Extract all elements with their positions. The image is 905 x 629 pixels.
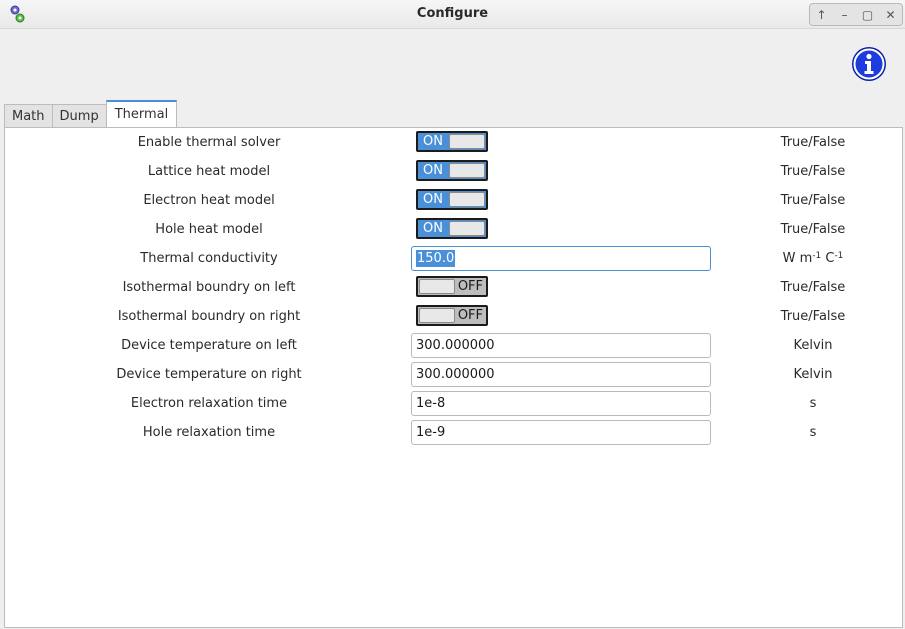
setting-row: Lattice heat model ON True/False [5, 159, 902, 185]
setting-row: Hole heat model ON True/False [5, 217, 902, 243]
toggle-switch[interactable]: OFF [416, 305, 488, 326]
unit-base: W m [782, 251, 813, 266]
toggle-switch[interactable]: ON [416, 218, 488, 239]
setting-row: Isothermal boundry on left OFF True/False [5, 275, 902, 301]
minimize-icon[interactable]: – [836, 6, 854, 24]
toggle-switch[interactable]: ON [416, 189, 488, 210]
value-input[interactable]: 300.000000 [411, 362, 711, 387]
setting-label: Enable thermal solver [137, 135, 281, 150]
tab-thermal[interactable]: Thermal [105, 100, 178, 127]
unit-label: True/False [780, 309, 846, 324]
unit-base: C [821, 251, 835, 266]
setting-label: Device temperature on right [116, 367, 302, 382]
toggle-switch[interactable]: ON [416, 160, 488, 181]
switch-state-label: ON [423, 134, 443, 149]
title-bar: Configure ↑ – ▢ ✕ [0, 0, 905, 29]
unit-label: True/False [780, 222, 846, 237]
input-value: 1e-8 [416, 396, 446, 411]
keep-above-icon[interactable]: ↑ [813, 6, 831, 24]
input-value: 1e-9 [416, 425, 446, 440]
input-value: 150.0 [416, 250, 456, 267]
close-icon[interactable]: ✕ [882, 6, 900, 24]
switch-knob [449, 163, 485, 178]
unit-label: W m-1 C-1 [765, 246, 861, 272]
unit-label: True/False [780, 193, 846, 208]
setting-label: Device temperature on left [121, 338, 297, 353]
value-input[interactable]: 300.000000 [411, 333, 711, 358]
unit-label: True/False [780, 164, 846, 179]
unit-label: s [809, 425, 817, 440]
switch-knob [419, 308, 455, 323]
unit-label: s [809, 396, 817, 411]
window-controls: ↑ – ▢ ✕ [809, 3, 903, 26]
setting-label: Lattice heat model [147, 164, 271, 179]
info-icon[interactable] [851, 46, 887, 82]
unit-label: True/False [780, 280, 846, 295]
setting-label: Electron heat model [143, 193, 275, 208]
unit-label: Kelvin [793, 367, 833, 382]
toggle-switch[interactable]: ON [416, 131, 488, 152]
setting-row: Electron heat model ON True/False [5, 188, 902, 214]
toggle-switch[interactable]: OFF [416, 276, 488, 297]
setting-row: Hole relaxation time 1e-9 s [5, 420, 902, 446]
setting-label: Thermal conductivity [140, 251, 278, 266]
input-value: 300.000000 [416, 367, 495, 382]
tab-dump[interactable]: Dump [51, 104, 107, 127]
switch-knob [449, 192, 485, 207]
setting-label: Hole relaxation time [142, 425, 276, 440]
setting-row: Thermal conductivity 150.0 W m-1 C-1 [5, 246, 902, 272]
setting-row: Electron relaxation time 1e-8 s [5, 391, 902, 417]
setting-label: Isothermal boundry on left [122, 280, 296, 295]
setting-row: Isothermal boundry on right OFF True/False [5, 304, 902, 330]
unit-exponent: -1 [834, 251, 844, 261]
setting-row: Device temperature on right 300.000000 Kel… [5, 362, 902, 388]
switch-state-label: OFF [457, 279, 483, 294]
input-value: 300.000000 [416, 338, 495, 353]
switch-knob [449, 134, 485, 149]
maximize-icon[interactable]: ▢ [859, 6, 877, 24]
value-input[interactable]: 1e-8 [411, 391, 711, 416]
unit-label: Kelvin [793, 338, 833, 353]
window-title: Configure [416, 6, 489, 21]
thermal-settings-panel: Enable thermal solver ON True/False Lattice… [4, 127, 903, 628]
setting-label: Isothermal boundry on right [117, 309, 301, 324]
switch-knob [449, 221, 485, 236]
switch-state-label: ON [423, 163, 443, 178]
unit-label: True/False [780, 135, 846, 150]
value-input[interactable]: 1e-9 [411, 420, 711, 445]
setting-row: Device temperature on left 300.000000 Kelv… [5, 333, 902, 359]
setting-label: Electron relaxation time [130, 396, 288, 411]
setting-row: Enable thermal solver ON True/False [5, 130, 902, 156]
switch-knob [419, 279, 455, 294]
switch-state-label: ON [423, 221, 443, 236]
unit-exponent: -1 [812, 251, 822, 261]
switch-state-label: ON [423, 192, 443, 207]
tab-math[interactable]: Math [4, 104, 53, 127]
tab-strip: Math Dump Thermal [4, 100, 178, 127]
switch-state-label: OFF [457, 308, 483, 323]
setting-label: Hole heat model [155, 222, 263, 237]
value-input[interactable]: 150.0 [411, 246, 711, 271]
